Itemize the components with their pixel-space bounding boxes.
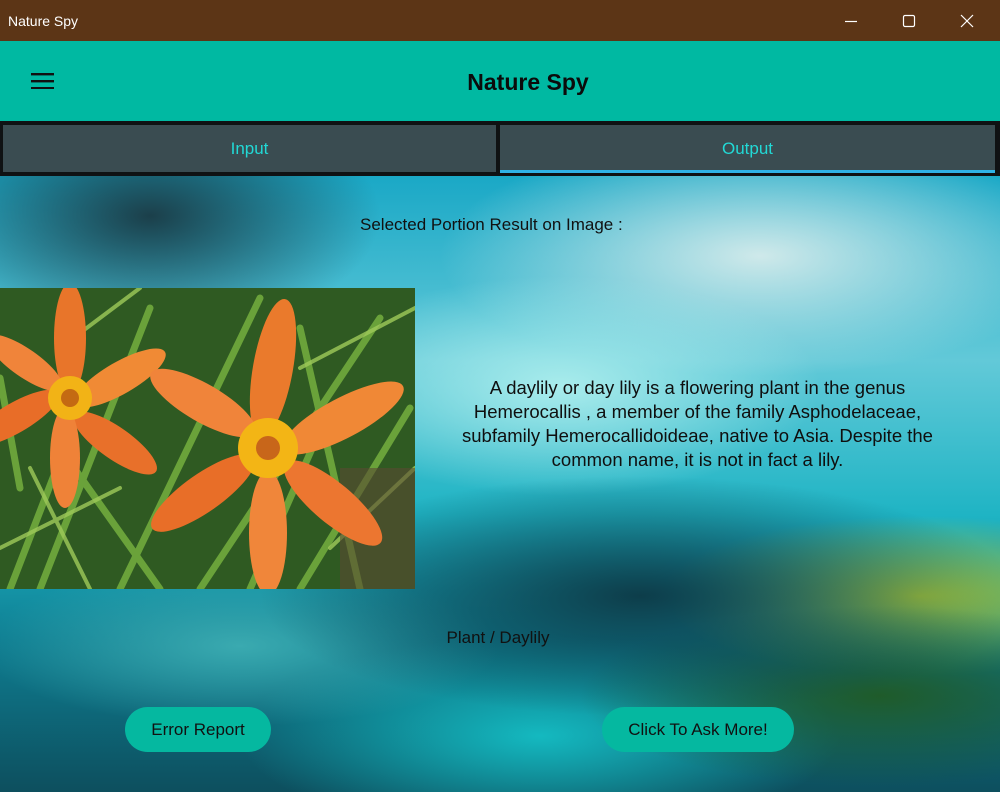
minimize-icon <box>845 20 857 23</box>
tab-output[interactable]: Output <box>498 123 997 174</box>
error-report-button[interactable]: Error Report <box>125 707 271 752</box>
result-description: A daylily or day lily is a flowering pla… <box>462 377 933 470</box>
tab-input[interactable]: Input <box>1 123 498 174</box>
minimize-button[interactable] <box>822 0 880 41</box>
daylily-photo <box>0 288 415 589</box>
maximize-button[interactable] <box>880 0 938 41</box>
tab-bar: Input Output <box>0 121 1000 176</box>
result-image <box>0 288 415 589</box>
app-title: Nature Spy <box>467 69 589 95</box>
window-titlebar[interactable]: Nature Spy <box>0 0 1000 41</box>
close-icon <box>960 14 974 28</box>
ask-more-button[interactable]: Click To Ask More! <box>602 707 794 752</box>
app-bar: Nature Spy <box>0 41 1000 121</box>
selected-tab-indicator <box>500 170 995 173</box>
result-classification: Plant / Daylily <box>446 628 550 647</box>
close-button[interactable] <box>938 0 996 41</box>
output-panel: Selected Portion Result on Image : A day… <box>0 176 1000 792</box>
result-caption: Selected Portion Result on Image : <box>360 215 623 234</box>
maximize-icon <box>902 14 916 28</box>
window-title: Nature Spy <box>8 13 79 29</box>
